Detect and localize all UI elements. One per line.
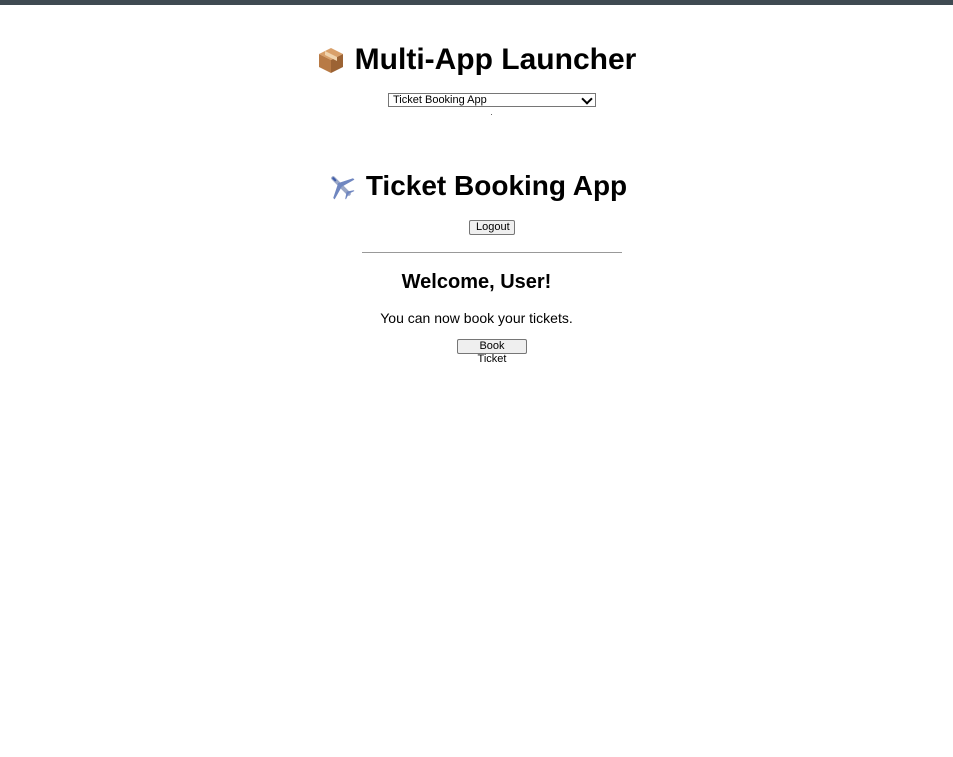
page: Multi-App Launcher Ticket Booking App Ti… bbox=[0, 0, 953, 757]
launcher-header: Multi-App Launcher bbox=[0, 38, 953, 82]
welcome-message: You can now book your tickets. bbox=[380, 310, 573, 326]
package-icon bbox=[317, 46, 345, 74]
book-ticket-button[interactable]: Book Ticket bbox=[457, 339, 527, 365]
chevron-down-icon bbox=[581, 92, 593, 105]
welcome-heading: Welcome, User! bbox=[401, 271, 552, 293]
divider bbox=[362, 252, 622, 253]
app-select-value: Ticket Booking App bbox=[393, 94, 487, 106]
logout-button[interactable]: Logout bbox=[469, 220, 515, 235]
launcher-title: Multi-App Launcher bbox=[354, 43, 637, 76]
app-header: Ticket Booking App bbox=[0, 164, 953, 208]
dot-mark bbox=[491, 114, 492, 115]
app-title: Ticket Booking App bbox=[365, 170, 628, 201]
airplane-icon bbox=[326, 171, 356, 201]
top-strip bbox=[0, 0, 953, 5]
app-select-dropdown[interactable]: Ticket Booking App bbox=[388, 92, 596, 107]
